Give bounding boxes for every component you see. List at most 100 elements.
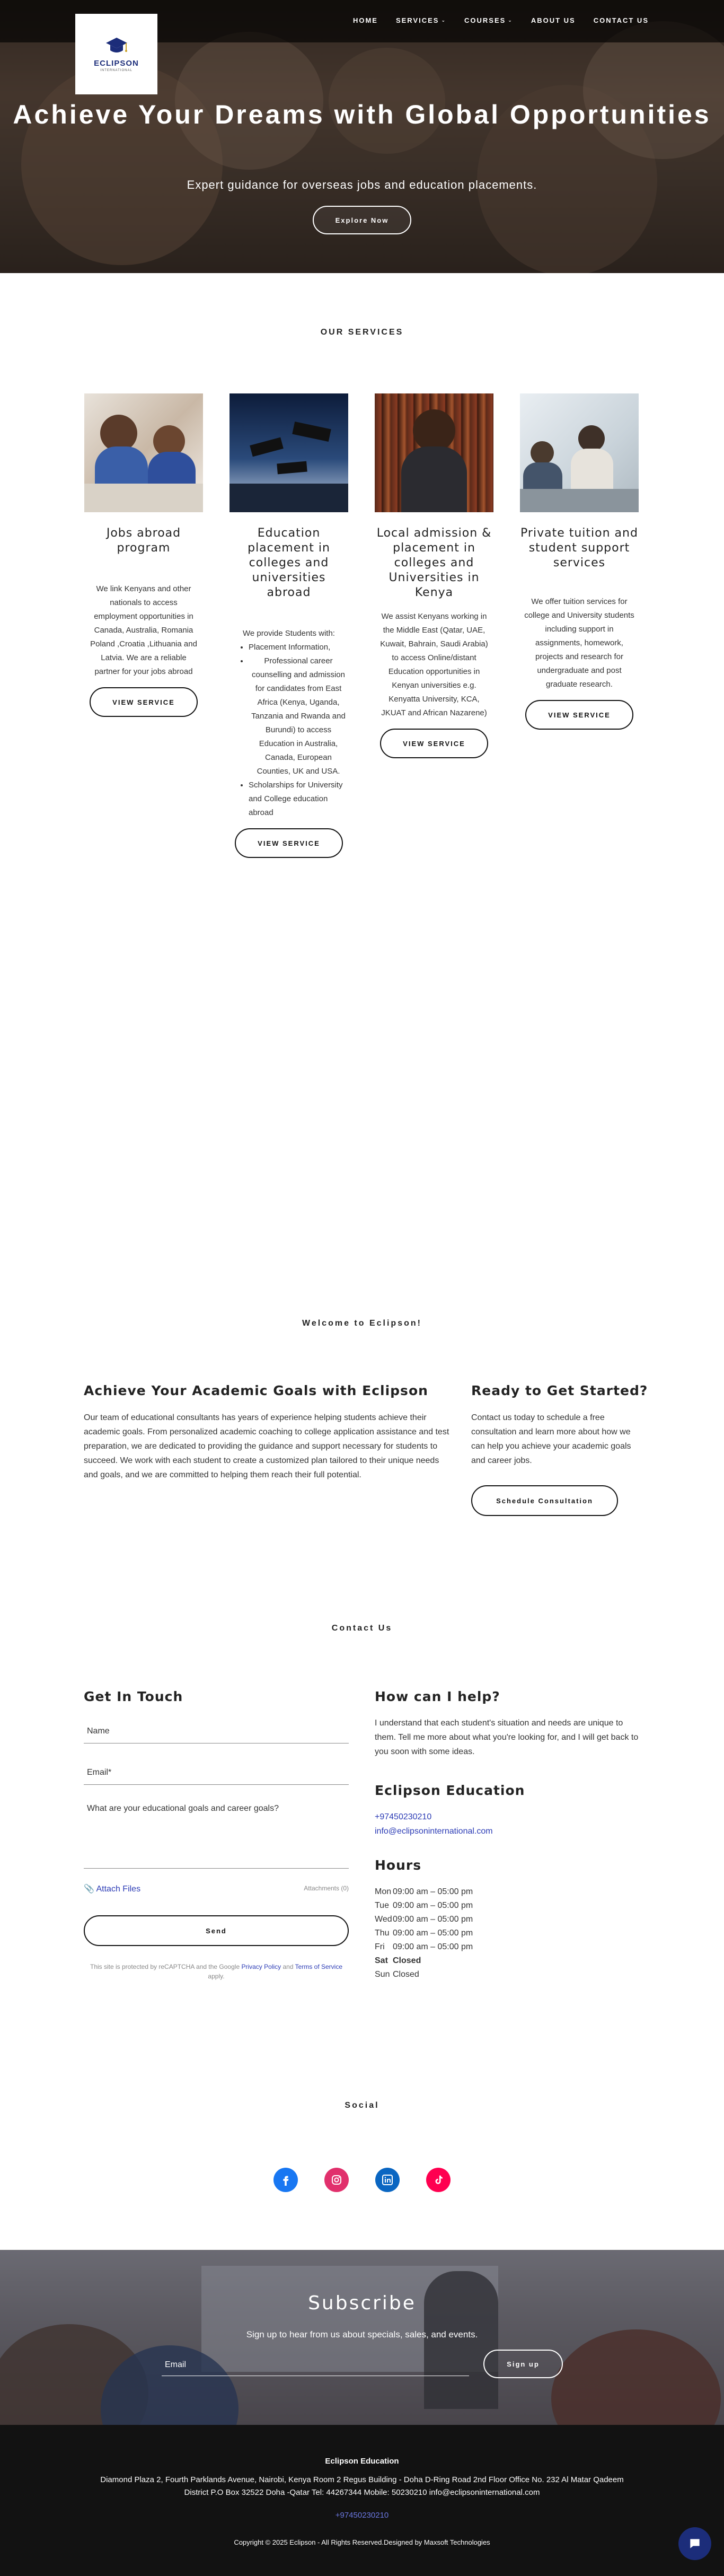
- hours-day: Wed: [375, 1915, 392, 1924]
- attach-files-label: Attach Files: [96, 1885, 141, 1894]
- chat-button[interactable]: [678, 2527, 711, 2560]
- hero-subtitle: Expert guidance for overseas jobs and ed…: [187, 178, 537, 191]
- service-bullet-list: Placement Information, Professional care…: [229, 641, 348, 820]
- hours-time: 09:00 am – 05:00 pm: [393, 1942, 473, 1951]
- logo-text: ECLIPSON: [94, 58, 139, 68]
- recaptcha-notice: This site is protected by reCAPTCHA and …: [84, 1962, 349, 1981]
- linkedin-icon[interactable]: [375, 2168, 400, 2192]
- send-button[interactable]: Send: [84, 1915, 349, 1946]
- hours-time: 09:00 am – 05:00 pm: [393, 1929, 473, 1938]
- explore-now-button[interactable]: Explore Now: [313, 206, 411, 234]
- logo-tagline: INTERNATIONAL: [100, 68, 133, 72]
- hero-title: Achieve Your Dreams with Global Opportun…: [13, 100, 711, 129]
- email-placeholder: Email*: [87, 1768, 112, 1777]
- tiktok-icon[interactable]: [426, 2168, 451, 2192]
- hours-time: 09:00 am – 05:00 pm: [393, 1887, 473, 1896]
- footer-copyright: Copyright © 2025 Eclipson - All Rights R…: [234, 2538, 490, 2546]
- message-field[interactable]: What are your educational goals and care…: [84, 1800, 349, 1869]
- recaptcha-and: and: [282, 1963, 294, 1970]
- attach-files-link[interactable]: 📎 Attach Files: [84, 1883, 140, 1894]
- help-text: I understand that each student's situati…: [375, 1719, 639, 1756]
- service-card-jobs: Jobs abroad program We link Kenyans and …: [84, 393, 203, 717]
- service-card-local-admission: Local admission & placement in colleges …: [375, 393, 493, 758]
- hours-time: 09:00 am – 05:00 pm: [393, 1901, 473, 1910]
- terms-of-service-link[interactable]: Terms of Service: [295, 1963, 342, 1970]
- site-logo[interactable]: ECLIPSON INTERNATIONAL: [75, 14, 157, 94]
- service-card-private-tuition: Private tuition and student support serv…: [520, 393, 639, 730]
- chat-bubble-icon: [690, 2539, 700, 2548]
- cta-heading: Ready to Get Started?: [471, 1383, 648, 1398]
- hours-time: 09:00 am – 05:00 pm: [393, 1915, 473, 1924]
- recaptcha-apply: apply.: [208, 1973, 225, 1980]
- list-item-text: Professional career counselling and admi…: [249, 654, 348, 778]
- service-title: Private tuition and student support serv…: [520, 527, 638, 569]
- email-field[interactable]: Email*: [84, 1764, 349, 1785]
- paperclip-icon: 📎: [84, 1885, 94, 1894]
- name-placeholder: Name: [87, 1727, 110, 1736]
- hours-day: Sun: [375, 1970, 390, 1979]
- hours-row: Mon 09:00 am – 05:00 pm: [375, 1885, 473, 1899]
- service-card-education-abroad: Education placement in colleges and univ…: [229, 393, 348, 858]
- list-item: Professional career counselling and admi…: [236, 654, 348, 778]
- hours-day: Tue: [375, 1901, 389, 1910]
- service-image-tuition: [520, 393, 639, 512]
- nav-about-label: ABOUT US: [531, 16, 576, 24]
- sign-up-button[interactable]: Sign up: [483, 2350, 563, 2378]
- help-heading: How can I help?: [375, 1689, 500, 1704]
- nav-about-us[interactable]: ABOUT US: [531, 16, 576, 24]
- welcome-title: Welcome to Eclipson!: [302, 1319, 422, 1328]
- service-description: We offer tuition services for college an…: [524, 597, 634, 689]
- schedule-consultation-button[interactable]: Schedule Consultation: [471, 1485, 618, 1516]
- hours-day: Mon: [375, 1887, 392, 1896]
- name-field[interactable]: Name: [84, 1722, 349, 1743]
- service-image-jobs: [84, 393, 203, 512]
- service-description: We link Kenyans and other nationals to a…: [90, 584, 197, 676]
- phone-link[interactable]: +97450230210: [375, 1810, 431, 1824]
- hours-time: Closed: [393, 1970, 419, 1979]
- nav-contact-us[interactable]: CONTACT US: [594, 16, 649, 24]
- hours-row: Thu 09:00 am – 05:00 pm: [375, 1926, 473, 1940]
- view-service-button[interactable]: VIEW SERVICE: [380, 729, 488, 758]
- hours-day: Fri: [375, 1942, 385, 1951]
- view-service-button[interactable]: VIEW SERVICE: [90, 687, 198, 717]
- footer-phone-link[interactable]: +97450230210: [0, 2511, 724, 2520]
- privacy-policy-link[interactable]: Privacy Policy: [241, 1963, 281, 1970]
- welcome-heading: Achieve Your Academic Goals with Eclipso…: [84, 1383, 428, 1398]
- cta-text: Contact us today to schedule a free cons…: [471, 1413, 631, 1465]
- nav-courses-label: COURSES: [464, 16, 506, 24]
- nav-home-label: HOME: [352, 16, 378, 24]
- chevron-down-icon: ⌄: [441, 17, 446, 23]
- site-footer: Eclipson Education Diamond Plaza 2, Four…: [0, 2425, 724, 2576]
- hours-row-today: Sat Closed: [375, 1954, 473, 1968]
- subscribe-email-placeholder: Email: [165, 2360, 187, 2369]
- email-link[interactable]: info@eclipsoninternational.com: [375, 1824, 493, 1838]
- instagram-icon[interactable]: [324, 2168, 349, 2192]
- nav-services[interactable]: SERVICES ⌄: [396, 16, 446, 24]
- hours-time: Closed: [393, 1956, 421, 1965]
- hours-list: Mon 09:00 am – 05:00 pm Tue 09:00 am – 05:…: [375, 1885, 473, 1982]
- nav-courses[interactable]: COURSES ⌄: [464, 16, 513, 24]
- hours-day: Thu: [375, 1929, 390, 1938]
- subscribe-text: Sign up to hear from us about specials, …: [246, 2329, 478, 2340]
- welcome-text: Our team of educational consultants has …: [84, 1413, 449, 1479]
- subscribe-section: Subscribe Sign up to hear from us about …: [0, 2250, 724, 2425]
- facebook-icon[interactable]: [273, 2168, 298, 2192]
- services-title: OUR SERVICES: [320, 328, 404, 337]
- subscribe-email-input[interactable]: Email: [162, 2351, 469, 2376]
- service-image-graduation: [229, 393, 348, 512]
- main-nav: HOME SERVICES ⌄ COURSES ⌄ ABOUT US CONTACT…: [353, 16, 649, 24]
- hours-heading: Hours: [375, 1857, 422, 1873]
- footer-company: Eclipson Education: [325, 2457, 399, 2466]
- nav-home[interactable]: HOME: [353, 16, 378, 24]
- graduation-cap-icon: [105, 37, 127, 52]
- company-heading: Eclipson Education: [375, 1783, 525, 1798]
- chevron-down-icon: ⌄: [508, 17, 513, 23]
- footer-address-line1: Diamond Plaza 2, Fourth Parklands Avenue…: [100, 2475, 624, 2484]
- service-title: Jobs abroad program: [106, 527, 181, 555]
- hours-row: Fri 09:00 am – 05:00 pm: [375, 1940, 473, 1954]
- nav-services-label: SERVICES: [395, 16, 439, 24]
- view-service-button[interactable]: VIEW SERVICE: [235, 828, 343, 858]
- view-service-button[interactable]: VIEW SERVICE: [525, 700, 633, 730]
- service-intro: We provide Students with:: [243, 629, 335, 638]
- list-item: Placement Information,: [249, 641, 348, 654]
